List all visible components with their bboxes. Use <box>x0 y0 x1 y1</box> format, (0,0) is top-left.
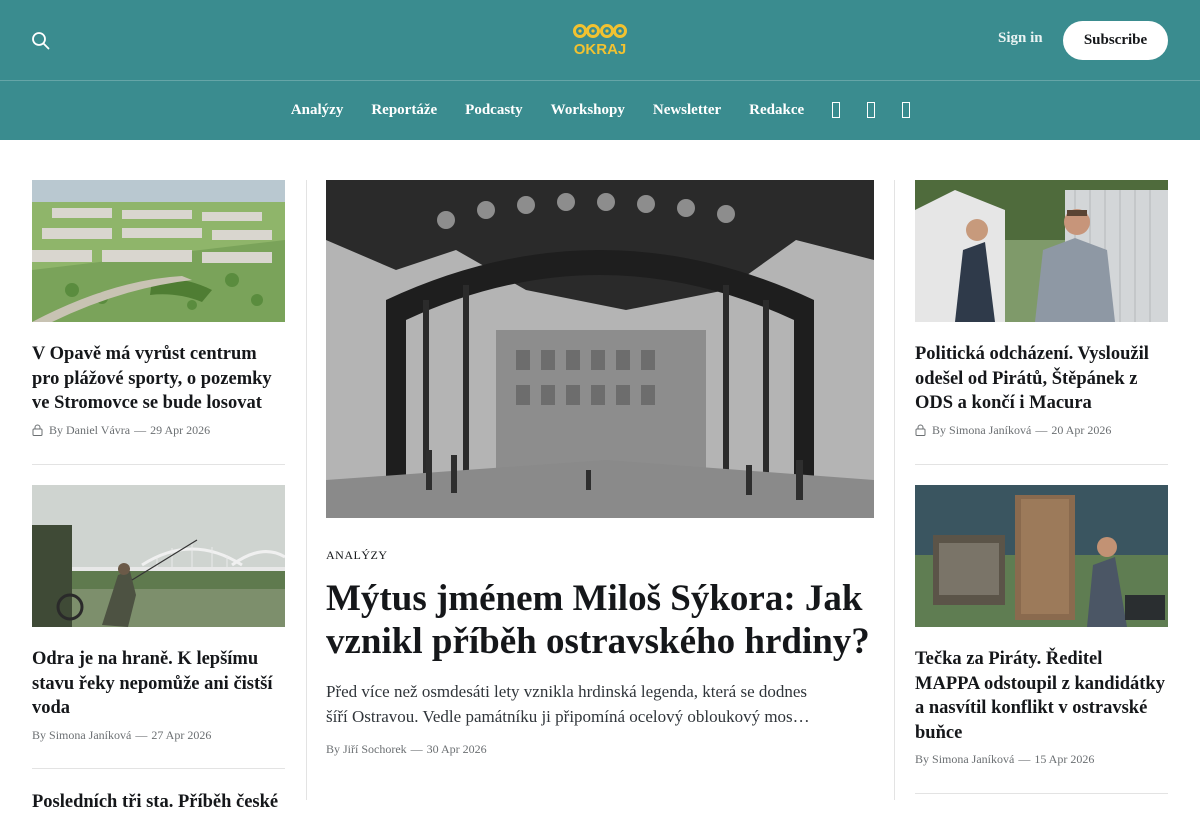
site-header: OKRAJ Sign in Subscribe Analýzy Reportáž… <box>0 0 1200 140</box>
article-title[interactable]: Politická odcházení. Vysloužil odešel od… <box>915 342 1168 416</box>
meta-by: By <box>932 422 947 437</box>
meta-by: By <box>326 742 341 756</box>
featured-excerpt: Před více než osmdesáti lety vznikla hrd… <box>326 682 810 726</box>
site-logo[interactable]: OKRAJ <box>571 23 629 58</box>
article-meta: By Simona Janíková —20 Apr 2026 <box>915 423 1168 438</box>
facebook-icon <box>831 102 840 118</box>
article-author[interactable]: Simona Janíková <box>49 728 131 743</box>
article-author[interactable]: Jiří Sochorek <box>343 742 407 757</box>
x-icon <box>901 102 910 118</box>
article-category-tag[interactable]: ANALÝZY <box>326 548 874 563</box>
lock-icon <box>915 424 926 436</box>
article-author[interactable]: Daniel Vávra <box>66 423 130 438</box>
article-card: Politická odcházení. Vysloužil odešel od… <box>915 180 1168 465</box>
article-card: Odra je na hraně. K lepšímu stavu řeky n… <box>32 485 285 769</box>
article-meta: By Simona Janíková —15 Apr 2026 <box>915 752 1168 767</box>
meta-separator: — <box>410 742 423 756</box>
article-date: 20 Apr 2026 <box>1051 422 1112 437</box>
article-meta: By Daniel Vávra —29 Apr 2026 <box>32 423 285 438</box>
article-card: V Opavě má vyrůst centrum pro plážové sp… <box>32 180 285 465</box>
article-date: 29 Apr 2026 <box>150 422 211 437</box>
featured-article: ANALÝZY Mýtus jménem Miloš Sýkora: Jak v… <box>326 180 874 757</box>
article-title[interactable]: V Opavě má vyrůst centrum pro plážové sp… <box>32 342 285 416</box>
article-date: 30 Apr 2026 <box>426 742 487 756</box>
meta-separator: — <box>1018 752 1031 766</box>
article-thumbnail[interactable] <box>32 485 285 627</box>
nav-item-newsletter[interactable]: Newsletter <box>653 102 721 119</box>
main-nav: Analýzy Reportáže Podcasty Workshopy New… <box>0 80 1200 140</box>
meta-separator: — <box>135 727 148 742</box>
meta-separator: — <box>134 422 147 437</box>
article-thumbnail[interactable] <box>915 485 1168 627</box>
search-button[interactable] <box>30 30 52 52</box>
article-author[interactable]: Simona Janíková <box>932 752 1014 767</box>
nav-item-reportaze[interactable]: Reportáže <box>371 102 437 119</box>
sign-in-link[interactable]: Sign in <box>998 30 1043 47</box>
instagram-link[interactable] <box>860 100 881 120</box>
article-meta: By Simona Janíková —27 Apr 2026 <box>32 728 285 743</box>
article-meta: By Jiří Sochorek —30 Apr 2026 <box>326 742 874 757</box>
search-icon <box>32 32 50 50</box>
card-divider <box>32 768 285 769</box>
article-card: Posledních tři sta. Příběh české <box>32 770 285 815</box>
meta-separator: — <box>1035 422 1048 437</box>
nav-item-analyzy[interactable]: Analýzy <box>291 102 344 119</box>
article-title[interactable]: Posledních tři sta. Příběh české <box>32 790 285 815</box>
column-divider-left <box>306 180 307 800</box>
nav-item-podcasty[interactable]: Podcasty <box>465 102 523 119</box>
meta-by: By <box>32 727 47 742</box>
x-link[interactable] <box>895 100 916 120</box>
okraj-logo: OKRAJ <box>573 24 627 58</box>
featured-image[interactable] <box>326 180 874 518</box>
article-date: 27 Apr 2026 <box>151 727 212 742</box>
article-thumbnail[interactable] <box>32 180 285 322</box>
article-title[interactable]: Tečka za Piráty. Ředitel MAPPA odstoupil… <box>915 647 1168 745</box>
card-divider <box>32 464 285 465</box>
card-divider <box>915 793 1168 794</box>
featured-title[interactable]: Mýtus jménem Miloš Sýkora: Jak vznikl př… <box>326 577 874 663</box>
article-title[interactable]: Odra je na hraně. K lepšímu stavu řeky n… <box>32 647 285 721</box>
card-divider <box>915 464 1168 465</box>
article-date: 15 Apr 2026 <box>1034 752 1095 766</box>
nav-item-workshopy[interactable]: Workshopy <box>551 102 625 119</box>
instagram-icon <box>866 102 875 118</box>
meta-by: By <box>915 752 930 766</box>
subscribe-button[interactable]: Subscribe <box>1063 21 1168 60</box>
nav-item-redakce[interactable]: Redakce <box>749 102 804 119</box>
lock-icon <box>32 424 43 436</box>
article-thumbnail[interactable] <box>915 180 1168 322</box>
svg-text:OKRAJ: OKRAJ <box>574 41 627 57</box>
meta-by: By <box>49 422 64 437</box>
column-divider-right <box>894 180 895 800</box>
article-card: Tečka za Piráty. Ředitel MAPPA odstoupil… <box>915 485 1168 794</box>
article-author[interactable]: Simona Janíková <box>949 423 1031 438</box>
facebook-link[interactable] <box>825 100 846 120</box>
